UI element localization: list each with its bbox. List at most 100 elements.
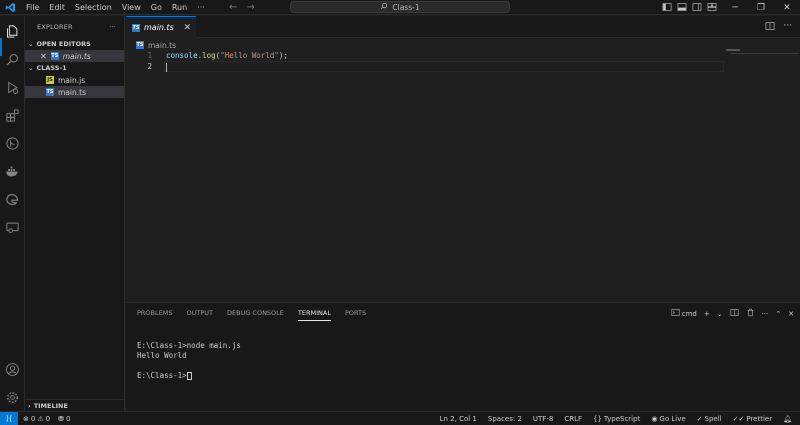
- code-lines[interactable]: console.log("Hello World");: [166, 50, 288, 72]
- code-editor[interactable]: 1 2 console.log("Hello World");: [126, 50, 800, 300]
- encoding[interactable]: UTF-8: [533, 415, 553, 423]
- menu-view[interactable]: View: [117, 0, 146, 15]
- file-item[interactable]: TS main.ts: [25, 86, 124, 98]
- status-right: Ln 2, Col 1 Spaces: 2 UTF-8 CRLF {} TypeS…: [440, 415, 792, 423]
- terminal-output[interactable]: E:\Class-1>node main.js Hello World E:\C…: [137, 341, 241, 381]
- search-sidebar-icon[interactable]: [3, 50, 21, 68]
- timeline-section[interactable]: › TIMELINE: [25, 399, 125, 411]
- tab-terminal[interactable]: TERMINAL: [297, 309, 331, 321]
- split-terminal-icon[interactable]: [730, 308, 739, 319]
- minimap-slider[interactable]: [731, 53, 799, 54]
- maximize-panel-icon[interactable]: ⌃: [775, 310, 781, 318]
- more-actions-icon[interactable]: ···: [783, 21, 792, 34]
- cursor-position[interactable]: Ln 2, Col 1: [440, 415, 477, 423]
- docker-icon[interactable]: [3, 162, 21, 180]
- breadcrumb-file[interactable]: main.ts: [148, 41, 176, 50]
- status-bar: ⟩⟨ ⊗ 0 ⚠ 0 ⛃ 0 Ln 2, Col 1 Spaces: 2 UTF…: [0, 411, 800, 425]
- menu-file[interactable]: File: [21, 0, 44, 15]
- toggle-secondary-sidebar-icon[interactable]: [692, 2, 702, 12]
- account-icon[interactable]: [3, 360, 21, 378]
- close-icon[interactable]: ✕: [40, 52, 47, 61]
- customize-layout-icon[interactable]: [707, 2, 717, 12]
- text-cursor: [166, 62, 167, 72]
- menu-edit[interactable]: Edit: [44, 0, 70, 15]
- menu-run[interactable]: Run: [167, 0, 192, 15]
- git-graph-icon[interactable]: [3, 134, 21, 152]
- notifications-bell-icon[interactable]: 🔔︎: [783, 415, 792, 423]
- terminal-line: E:\Class-1>node main.js: [137, 341, 241, 350]
- command-center-label: Class-1: [392, 2, 420, 12]
- open-editor-item[interactable]: ✕ TS main.ts: [25, 50, 124, 62]
- code-line: console.log("Hello World");: [166, 50, 288, 61]
- tab-problems[interactable]: PROBLEMS: [137, 309, 172, 321]
- end-of-line[interactable]: CRLF: [564, 415, 582, 423]
- window-controls: ─ ❐ ✕: [722, 0, 800, 15]
- warning-icon: ⚠: [37, 414, 44, 423]
- explorer-more-icon[interactable]: ···: [109, 23, 116, 31]
- trash-icon[interactable]: [746, 308, 755, 319]
- code-token-function: log: [202, 51, 216, 60]
- terminal-shell-selector[interactable]: cmd: [671, 308, 697, 319]
- terminal-icon: [671, 308, 680, 319]
- problems-indicator[interactable]: ⊗ 0 ⚠ 0: [23, 415, 50, 423]
- error-icon: ⊗: [23, 414, 29, 423]
- tab-label: main.ts: [144, 23, 174, 32]
- settings-gear-icon[interactable]: [3, 388, 21, 406]
- error-count: 0: [30, 414, 36, 423]
- split-editor-icon[interactable]: [765, 21, 775, 34]
- close-window-icon[interactable]: ✕: [774, 0, 800, 15]
- more-actions-icon[interactable]: ···: [762, 310, 769, 318]
- tab-ports[interactable]: PORTS: [345, 309, 366, 321]
- forward-arrow-icon[interactable]: →: [246, 2, 254, 13]
- explorer-icon[interactable]: [3, 22, 21, 40]
- indentation[interactable]: Spaces: 2: [488, 415, 522, 423]
- folder-section[interactable]: ⌄ CLASS-1: [25, 62, 124, 74]
- ports-indicator[interactable]: ⛃ 0: [58, 415, 70, 423]
- menu-go[interactable]: Go: [146, 0, 167, 15]
- tab-main-ts[interactable]: TS main.ts ✕: [126, 16, 196, 38]
- menu-selection[interactable]: Selection: [70, 0, 117, 15]
- chevron-down-icon[interactable]: ⌄: [717, 310, 723, 318]
- run-debug-icon[interactable]: [3, 78, 21, 96]
- language-mode[interactable]: {} TypeScript: [593, 415, 640, 423]
- minimize-icon[interactable]: ─: [722, 0, 748, 15]
- minimap[interactable]: [726, 49, 740, 51]
- chevron-down-icon: ⌄: [28, 40, 34, 48]
- toggle-panel-icon[interactable]: [677, 2, 687, 12]
- chevron-right-icon: ›: [28, 401, 31, 410]
- bottom-panel: PROBLEMS OUTPUT DEBUG CONSOLE TERMINAL P…: [126, 302, 800, 411]
- code-line: [166, 61, 288, 72]
- close-panel-icon[interactable]: ✕: [788, 310, 794, 318]
- open-editors-section[interactable]: ⌄ OPEN EDITORS: [25, 38, 124, 50]
- edge-devtools-icon[interactable]: [3, 190, 21, 208]
- code-token-identifier: console: [166, 51, 198, 60]
- back-arrow-icon[interactable]: ←: [229, 2, 237, 13]
- search-icon: [380, 2, 388, 12]
- remote-indicator-icon[interactable]: ⟩⟨: [0, 411, 18, 425]
- command-center-search[interactable]: Class-1: [290, 1, 510, 13]
- go-live-button[interactable]: ◉ Go Live: [651, 415, 685, 423]
- restore-icon[interactable]: ❐: [748, 0, 774, 15]
- toggle-primary-sidebar-icon[interactable]: [662, 2, 672, 12]
- chevron-down-icon: ⌄: [28, 64, 34, 72]
- open-editor-label: main.ts: [62, 51, 91, 61]
- open-editors-label: OPEN EDITORS: [36, 40, 91, 48]
- close-tab-icon[interactable]: ✕: [183, 23, 191, 33]
- language-label: TypeScript: [603, 414, 641, 423]
- new-terminal-icon[interactable]: +: [704, 310, 710, 318]
- explorer-title: EXPLORER: [37, 23, 73, 31]
- menu-more[interactable]: ···: [192, 0, 210, 15]
- prettier-button[interactable]: ✓✓ Prettier: [733, 415, 772, 423]
- double-check-icon: ✓✓: [732, 414, 745, 423]
- spell-check-button[interactable]: ✓ Spell: [697, 415, 722, 423]
- tab-debug-console[interactable]: DEBUG CONSOLE: [227, 309, 284, 321]
- extensions-icon[interactable]: [3, 106, 21, 124]
- file-label: main.js: [58, 75, 86, 85]
- file-item[interactable]: JS main.js: [25, 74, 124, 86]
- shell-label: cmd: [681, 309, 697, 318]
- tab-output[interactable]: OUTPUT: [186, 309, 213, 321]
- navigation-arrows: ← →: [229, 0, 255, 15]
- panel-actions: cmd + ⌄ ··· ⌃ ✕: [671, 308, 794, 319]
- remote-explorer-icon[interactable]: [3, 218, 21, 236]
